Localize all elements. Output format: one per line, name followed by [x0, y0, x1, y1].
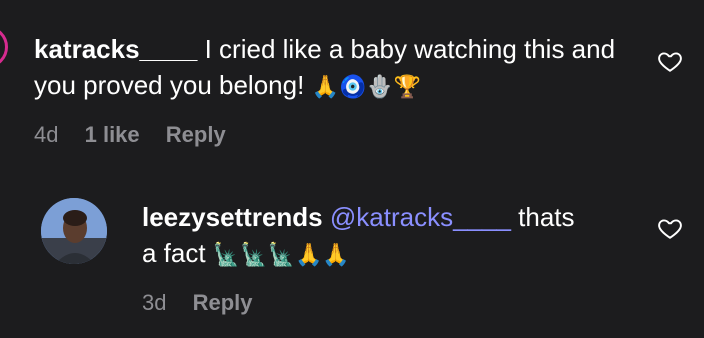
reply-username[interactable]: leezysettrends — [142, 202, 323, 232]
comment-meta: 4d 1 like Reply — [34, 122, 226, 148]
comment-body: katracks____ I cried like a baby watchin… — [34, 31, 634, 106]
reply-meta: 3d Reply — [142, 290, 253, 316]
reply-emojis: 🗽🗽🗽🙏🙏 — [212, 243, 350, 268]
reply-reply-button[interactable]: Reply — [193, 290, 253, 316]
comment-username[interactable]: katracks____ — [34, 34, 197, 64]
comment-reply-button[interactable]: Reply — [166, 122, 226, 148]
reply-avatar[interactable] — [41, 198, 107, 264]
comment-age: 4d — [34, 122, 59, 147]
reply-mention[interactable]: @katracks____ — [330, 202, 511, 232]
user-avatar — [41, 198, 107, 264]
reply-age: 3d — [142, 290, 167, 315]
comment-emojis: 🙏🧿🪬🏆 — [311, 75, 422, 100]
heart-outline-icon[interactable] — [656, 215, 684, 241]
reply-text-start: thats — [510, 202, 575, 232]
reply-text-end: a fact — [142, 238, 213, 268]
reply-body: leezysettrends @katracks____ thats a fact… — [142, 199, 642, 274]
commenter-avatar[interactable] — [0, 26, 8, 68]
heart-outline-icon[interactable] — [656, 48, 684, 74]
comment-likes[interactable]: 1 like — [85, 122, 140, 148]
